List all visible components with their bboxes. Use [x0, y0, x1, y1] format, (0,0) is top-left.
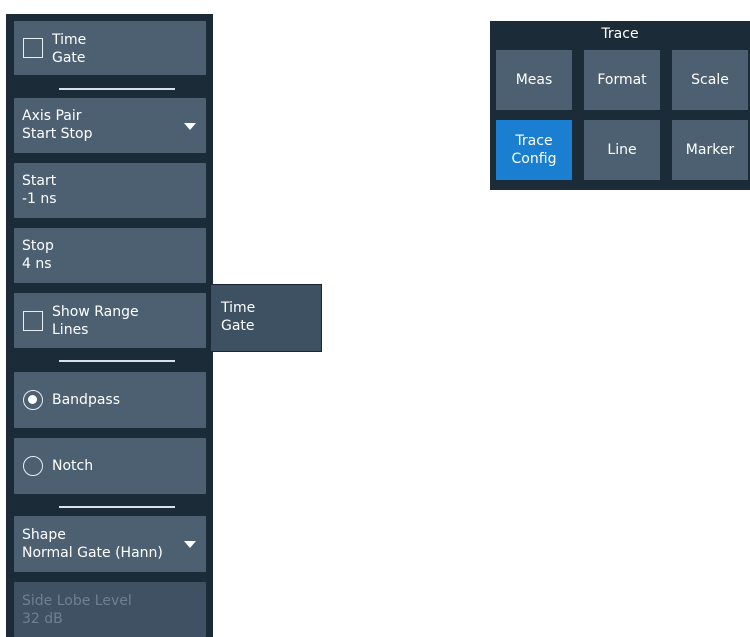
show-range-lines-toggle-button[interactable]: Show Range Lines: [14, 293, 206, 348]
time-gate-softtool-panel: Time Gate Axis Pair Start Stop Start -1 …: [6, 14, 213, 637]
bandpass-radio-button[interactable]: Bandpass: [14, 372, 206, 428]
stop-label: Stop: [22, 238, 54, 254]
time-gate-checkbox[interactable]: [23, 38, 43, 58]
axis-pair-label: Axis Pair: [22, 108, 82, 124]
side-lobe-level-value: 32 dB: [22, 611, 63, 627]
separator: [59, 506, 175, 508]
show-range-lines-label-line1: Show Range: [52, 304, 139, 320]
meas-button[interactable]: Meas: [496, 50, 572, 110]
trace-menu-title: Trace: [601, 26, 639, 42]
start-field[interactable]: Start -1 ns: [14, 163, 206, 218]
axis-pair-value: Start Stop: [22, 126, 93, 142]
trace-config-label-line2: Config: [511, 151, 557, 167]
meas-button-label: Meas: [515, 72, 553, 88]
axis-pair-dropdown[interactable]: Axis Pair Start Stop: [14, 98, 206, 153]
line-button-label: Line: [607, 142, 637, 158]
chevron-down-icon: [184, 541, 196, 548]
notch-radio-button[interactable]: Notch: [14, 438, 206, 494]
marker-button[interactable]: Marker: [672, 120, 748, 180]
scale-button[interactable]: Scale: [672, 50, 748, 110]
side-lobe-level-label: Side Lobe Level: [22, 593, 132, 609]
time-gate-toggle-button[interactable]: Time Gate: [14, 21, 206, 75]
notch-label: Notch: [52, 458, 94, 474]
time-gate-label-line1: Time: [52, 32, 87, 48]
format-button-label: Format: [597, 72, 647, 88]
start-value: -1 ns: [22, 191, 57, 207]
show-range-lines-checkbox[interactable]: [23, 311, 43, 331]
trace-config-button[interactable]: Trace Config: [496, 120, 572, 180]
separator: [59, 88, 175, 90]
separator: [59, 360, 175, 362]
trace-menu: Trace Meas Format Scale Trace Config Lin…: [490, 21, 750, 190]
start-label: Start: [22, 173, 57, 189]
format-button[interactable]: Format: [584, 50, 660, 110]
shape-dropdown[interactable]: Shape Normal Gate (Hann): [14, 516, 206, 572]
stop-value: 4 ns: [22, 256, 52, 272]
tab-time-gate-label-line2: Gate: [221, 318, 255, 334]
bandpass-label: Bandpass: [52, 392, 120, 408]
bandpass-radio[interactable]: [23, 390, 43, 410]
show-range-lines-label-line2: Lines: [52, 322, 89, 338]
trace-config-label-line1: Trace: [515, 133, 553, 149]
notch-radio[interactable]: [23, 456, 43, 476]
tab-time-gate-label-line1: Time: [221, 300, 256, 316]
shape-value: Normal Gate (Hann): [22, 545, 163, 561]
time-gate-label-line2: Gate: [52, 50, 86, 66]
marker-button-label: Marker: [685, 142, 735, 158]
side-lobe-level-field: Side Lobe Level 32 dB: [14, 582, 206, 637]
chevron-down-icon: [184, 122, 196, 130]
shape-label: Shape: [22, 527, 66, 543]
stop-field[interactable]: Stop 4 ns: [14, 228, 206, 283]
scale-button-label: Scale: [691, 72, 729, 88]
tab-time-gate[interactable]: Time Gate: [211, 284, 322, 352]
line-button[interactable]: Line: [584, 120, 660, 180]
